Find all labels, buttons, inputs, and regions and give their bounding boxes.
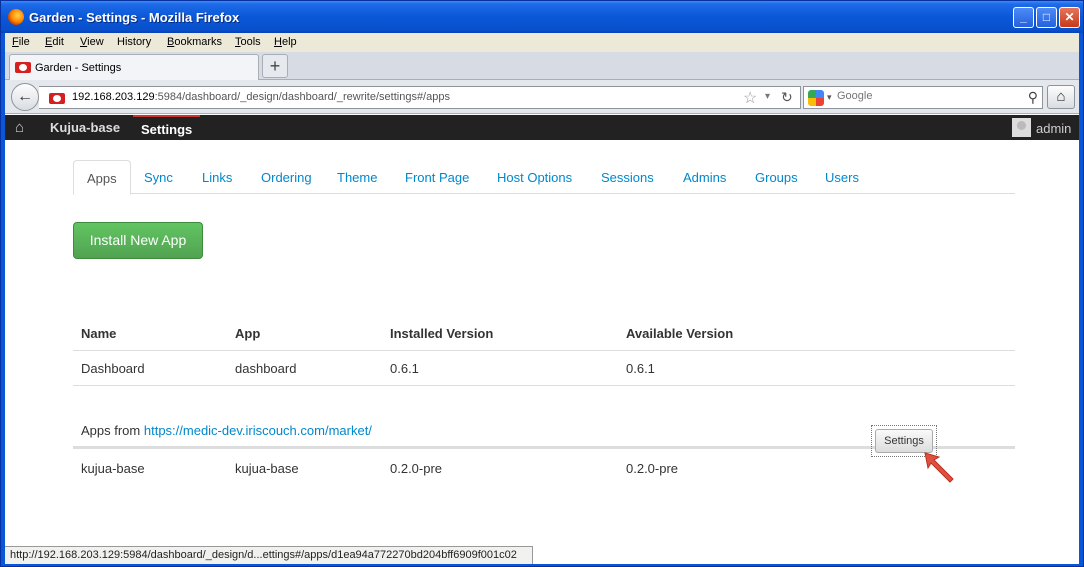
window-title: Garden - Settings - Mozilla Firefox bbox=[29, 10, 240, 25]
home-button[interactable]: ⌂ bbox=[1047, 85, 1075, 109]
header-installed-version: Installed Version bbox=[390, 326, 494, 341]
garden-home-icon[interactable]: ⌂ bbox=[15, 119, 24, 136]
tab-sync[interactable]: Sync bbox=[144, 160, 173, 194]
app-name: Dashboard bbox=[81, 361, 145, 376]
back-button[interactable]: ← bbox=[11, 83, 39, 111]
browser-window: Garden - Settings - Mozilla Firefox _ □ … bbox=[0, 0, 1084, 567]
menu-bookmarks[interactable]: Bookmarks bbox=[167, 36, 222, 48]
tab-front-page[interactable]: Front Page bbox=[405, 160, 469, 194]
url-bar[interactable]: 192.168.203.129:5984/dashboard/_design/d… bbox=[39, 86, 801, 109]
reload-icon[interactable]: ↻ bbox=[781, 89, 793, 106]
app-settings-button[interactable]: Settings bbox=[875, 429, 933, 453]
settings-tabs: Apps Sync Links Ordering Theme Front Pag… bbox=[73, 160, 1015, 195]
installed-version: 0.6.1 bbox=[390, 361, 419, 376]
url-dropdown-icon[interactable]: ▾ bbox=[765, 91, 770, 102]
tab-theme[interactable]: Theme bbox=[337, 160, 377, 194]
app-id: dashboard bbox=[235, 361, 297, 376]
tab-apps[interactable]: Apps bbox=[73, 160, 131, 195]
status-bar: http://192.168.203.129:5984/dashboard/_d… bbox=[5, 546, 533, 564]
search-engine-dropdown-icon[interactable]: ▾ bbox=[827, 92, 832, 103]
row-divider bbox=[73, 350, 1015, 351]
table-header-row: Name App Installed Version Available Ver… bbox=[73, 316, 1015, 351]
google-icon[interactable] bbox=[808, 90, 824, 106]
browser-tab[interactable]: Garden - Settings bbox=[9, 54, 259, 80]
menu-tools[interactable]: Tools bbox=[235, 36, 261, 48]
tab-users[interactable]: Users bbox=[825, 160, 859, 194]
tab-strip: Garden - Settings + bbox=[5, 52, 1079, 80]
tab-ordering[interactable]: Ordering bbox=[261, 160, 312, 194]
browser-client: File Edit View History Bookmarks Tools H… bbox=[5, 33, 1079, 564]
maximize-button[interactable]: □ bbox=[1036, 7, 1057, 28]
tab-host-options[interactable]: Host Options bbox=[497, 160, 572, 194]
page-content: Apps Sync Links Ordering Theme Front Pag… bbox=[5, 140, 1079, 548]
header-name: Name bbox=[81, 326, 117, 341]
header-available-version: Available Version bbox=[626, 326, 734, 341]
pointer-arrow-icon bbox=[924, 452, 954, 483]
tab-links[interactable]: Links bbox=[202, 160, 232, 194]
close-button[interactable]: ✕ bbox=[1059, 7, 1080, 28]
user-name[interactable]: admin bbox=[1036, 121, 1071, 136]
url-text[interactable]: 192.168.203.129:5984/dashboard/_design/d… bbox=[72, 91, 450, 103]
new-tab-button[interactable]: + bbox=[262, 54, 288, 78]
available-version: 0.6.1 bbox=[626, 361, 655, 376]
search-input[interactable] bbox=[837, 90, 1017, 102]
menu-file[interactable]: File bbox=[12, 36, 30, 48]
menu-view[interactable]: View bbox=[80, 36, 104, 48]
tab-groups[interactable]: Groups bbox=[755, 160, 798, 194]
tab-admins[interactable]: Admins bbox=[683, 160, 726, 194]
status-text: http://192.168.203.129:5984/dashboard/_d… bbox=[10, 549, 517, 561]
garden-favicon-icon bbox=[15, 62, 31, 73]
site-favicon-icon bbox=[49, 93, 65, 104]
avatar[interactable] bbox=[1012, 118, 1031, 137]
available-version: 0.2.0-pre bbox=[626, 461, 679, 476]
table-row: Dashboard dashboard 0.6.1 0.6.1 bbox=[73, 351, 1015, 386]
search-icon[interactable]: ⚲ bbox=[1028, 89, 1038, 106]
menu-edit[interactable]: Edit bbox=[45, 36, 64, 48]
menu-bar: File Edit View History Bookmarks Tools H… bbox=[5, 33, 1079, 52]
market-link[interactable]: https://medic-dev.iriscouch.com/market/ bbox=[144, 423, 372, 438]
row-divider bbox=[73, 385, 1015, 386]
title-bar: Garden - Settings - Mozilla Firefox _ □ … bbox=[1, 1, 1083, 33]
install-new-app-button[interactable]: Install New App bbox=[73, 222, 203, 259]
app-name: kujua-base bbox=[81, 461, 145, 476]
tab-sessions[interactable]: Sessions bbox=[601, 160, 654, 194]
navigation-toolbar: 192.168.203.129:5984/dashboard/_design/d… bbox=[5, 80, 1079, 114]
minimize-button[interactable]: _ bbox=[1013, 7, 1034, 28]
settings-nav-item[interactable]: Settings bbox=[133, 115, 201, 140]
browser-tab-label: Garden - Settings bbox=[35, 62, 122, 74]
firefox-icon bbox=[8, 9, 24, 25]
menu-history[interactable]: History bbox=[117, 36, 151, 48]
market-source: Apps from https://medic-dev.iriscouch.co… bbox=[81, 423, 372, 438]
search-bar[interactable]: ▾ ⚲ bbox=[803, 86, 1043, 109]
installed-version: 0.2.0-pre bbox=[390, 461, 443, 476]
header-app: App bbox=[235, 326, 261, 341]
garden-topbar: ⌂ Kujua-base Settings admin bbox=[5, 115, 1079, 140]
bookmark-star-icon[interactable]: ☆ bbox=[743, 88, 757, 108]
menu-help[interactable]: Help bbox=[274, 36, 297, 48]
app-id: kujua-base bbox=[235, 461, 299, 476]
project-link[interactable]: Kujua-base bbox=[50, 120, 120, 135]
